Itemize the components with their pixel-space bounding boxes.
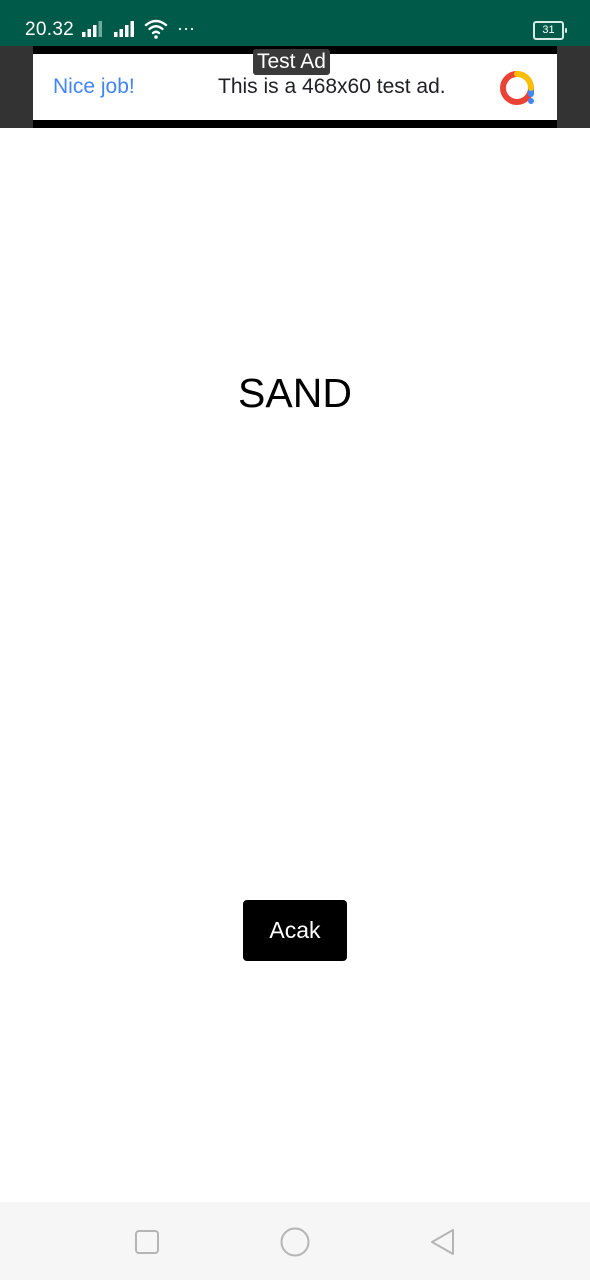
status-time: 20.32 <box>25 19 75 40</box>
random-word: SAND <box>238 370 352 416</box>
recent-apps-icon[interactable] <box>130 1225 164 1259</box>
ad-headline[interactable]: Nice job! <box>53 74 135 100</box>
randomize-button[interactable]: Acak <box>243 900 347 961</box>
battery-icon: 31 <box>533 21 567 40</box>
navigation-bar <box>0 1202 590 1280</box>
signal-icon <box>114 21 134 37</box>
signal-icon <box>82 21 102 37</box>
back-icon[interactable] <box>426 1225 460 1259</box>
status-bar: 20.32 ··· 31 <box>0 0 590 46</box>
more-notifications-indicator: ··· <box>177 18 195 38</box>
wifi-icon <box>144 19 168 39</box>
admob-logo-icon <box>500 71 534 105</box>
ad-body-text[interactable]: This is a 468x60 test ad. <box>218 74 446 100</box>
home-icon[interactable] <box>278 1225 312 1259</box>
test-ad-badge: Test Ad <box>253 49 330 75</box>
